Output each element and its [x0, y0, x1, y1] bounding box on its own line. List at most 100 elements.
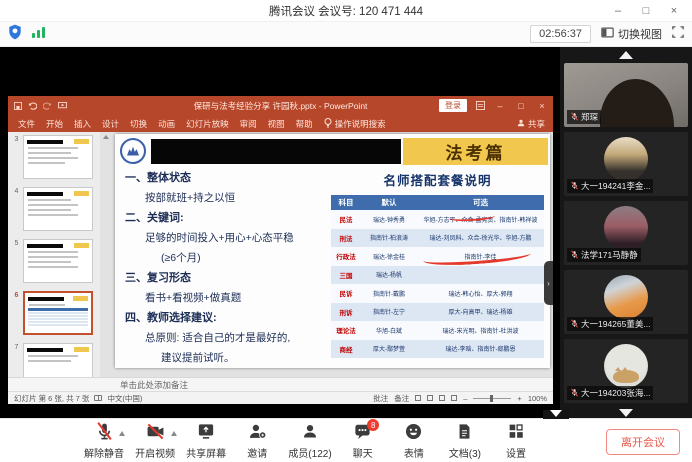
invite-button[interactable]: 邀请 [237, 423, 277, 460]
settings-button[interactable]: 设置 [496, 423, 536, 460]
university-logo [120, 138, 146, 164]
teacher-table: 名师搭配套餐说明 科目 默认 可选 民法瑞达-钟秀勇华旭-方志平、众合-孟宪贵、… [331, 170, 544, 358]
thumbnail-number: 3 [10, 135, 23, 179]
emoji-button[interactable]: 表情 [394, 423, 434, 460]
redacted-title-block [151, 139, 401, 164]
slideshow-icon [58, 97, 67, 115]
participant-tile[interactable]: 大一194265董美... [564, 270, 688, 334]
avatar [604, 206, 648, 250]
outline-line: 足够的时间投入+用心+心态平稳 [145, 228, 329, 248]
outline-line: 看书+看视频+做真题 [145, 288, 329, 308]
share-screen-button[interactable]: 共享屏幕 [186, 423, 226, 460]
leave-meeting-button[interactable]: 离开会议 [606, 429, 680, 455]
participant-nametag: 法学171马静静 [567, 248, 641, 262]
chat-unread-badge: 8 [367, 419, 379, 431]
documents-button[interactable]: 文档(3) [445, 423, 485, 460]
video-silhouette [600, 79, 674, 127]
button-label: 开启视频 [135, 445, 175, 460]
minimize-button[interactable]: – [604, 0, 632, 22]
members-button[interactable]: 成员(122) [288, 423, 331, 460]
mic-muted-icon [570, 181, 579, 192]
network-signal-icon[interactable] [32, 25, 45, 43]
notes-toggle: 备注 [394, 393, 409, 404]
cell: 三国 [331, 266, 361, 285]
button-label: 表情 [404, 445, 424, 460]
outline-line: 建议提前试听。 [161, 348, 329, 368]
smiley-icon [404, 422, 423, 446]
outline-line: 总原则: 适合自己的才是最好的, [145, 328, 329, 348]
ppt-share-button: 共享 [517, 118, 545, 130]
camera-off-icon [145, 422, 166, 446]
button-label: 邀请 [247, 445, 267, 460]
settings-grid-icon [507, 422, 525, 445]
table-row: 三国瑞达-杨帆 [331, 266, 544, 285]
table-row: 刑法指南针-柏浪涛瑞达-刘凤科、众合-徐光华、华旭-方鹏 [331, 229, 544, 248]
cell: 瑞达-徐金桂 [361, 247, 417, 266]
table-row: 商经厚大-鄢梦萱瑞达-李晗、指南针-郄鹏恩 [331, 340, 544, 359]
powerpoint-workspace: 3 4 [8, 132, 553, 377]
tab-help: 帮助 [296, 118, 313, 130]
zoom-slider-thumb [490, 395, 493, 402]
avatar [604, 137, 648, 181]
tencent-meeting-window: 腾讯会议 会议号: 120 471 444 – □ × 02:56:37 切换视… [0, 0, 692, 462]
window-titlebar: 腾讯会议 会议号: 120 471 444 – □ × [0, 0, 692, 22]
security-shield-icon[interactable] [8, 24, 22, 45]
thumbnail-scrollbar [100, 132, 112, 377]
mic-muted-icon [570, 319, 579, 330]
participants-sidebar: 郑琛 大一194241李金... 法学171马静静 [560, 47, 692, 418]
redo-icon [43, 97, 52, 115]
slide-outline: 一、整体状态 按部就班+持之以恒 二、关键词: 足够的时间投入+用心+心态平稳 … [121, 168, 329, 368]
cell: 指南针-左宁 [361, 303, 417, 322]
cell: 厚大-鄢梦萱 [361, 340, 417, 359]
participant-tile[interactable]: 郑琛 [564, 63, 688, 127]
start-video-button[interactable]: 开启视频 [135, 423, 175, 460]
zoom-in-button: + [517, 394, 521, 403]
unmute-button[interactable]: 解除静音 [84, 423, 124, 460]
switch-view-button[interactable]: 切换视图 [601, 26, 662, 42]
cell: 瑞达-钟秀勇 [361, 210, 417, 229]
participant-tile[interactable]: 大一194241李金... [564, 132, 688, 196]
cell: 民法 [331, 210, 361, 229]
maximize-button[interactable]: □ [632, 0, 660, 22]
zoom-level: 100% [528, 394, 547, 403]
fullscreen-icon[interactable] [672, 25, 684, 43]
button-label: 共享屏幕 [186, 445, 226, 460]
sorter-view-icon [427, 395, 433, 401]
button-label: 成员(122) [288, 445, 331, 460]
thumbnail-preview [23, 135, 93, 179]
slide-thumbnail-7: 7 [10, 343, 100, 377]
cell: 瑞达-宋光明、指南针-杜洪波 [417, 321, 544, 340]
tell-me-search: 操作说明搜索 [324, 118, 386, 130]
close-button[interactable]: × [660, 0, 688, 22]
chevron-up-icon[interactable] [119, 431, 125, 436]
participant-nametag: 郑琛 [567, 110, 601, 124]
slide-thumbnail-panel: 3 4 [8, 132, 100, 377]
tab-design: 设计 [102, 118, 119, 130]
powerpoint-statusbar: 幻灯片 第 6 张, 共 7 张 中文(中国) 批注 备注 – + 100% [8, 391, 553, 404]
sidebar-collapse-handle[interactable] [543, 410, 569, 419]
cell: 刑法 [331, 229, 361, 248]
participant-nametag: 大一194203张海... [567, 386, 653, 400]
avatar [604, 344, 648, 388]
participant-name: 大一194241李金... [581, 180, 650, 192]
panel-expand-handle[interactable]: › [544, 261, 553, 305]
thumbnail-preview [23, 291, 93, 335]
footer-buttons: 解除静音 开启视频 共享屏幕 邀请 [84, 423, 536, 460]
language-indicator: 中文(中国) [107, 393, 142, 404]
thumbnail-preview [23, 343, 93, 377]
scroll-down-arrow-icon[interactable] [619, 409, 633, 417]
lightbulb-icon [324, 118, 332, 130]
participant-tile[interactable]: 大一194203张海... [564, 339, 688, 403]
cell: 华旭-白斌 [361, 321, 417, 340]
chat-button[interactable]: 8 聊天 [343, 423, 383, 460]
tab-review: 审阅 [240, 118, 257, 130]
slide-editor-area: 法考篇 一、整体状态 按部就班+持之以恒 二、关键词: 足够的时间投入+用心+心… [112, 132, 553, 377]
powerpoint-window-controls: 登录 – □ × [439, 97, 548, 115]
participant-tile[interactable]: 法学171马静静 [564, 201, 688, 265]
meeting-timer: 02:56:37 [530, 25, 591, 43]
button-label: 设置 [506, 445, 526, 460]
normal-view-icon [415, 395, 421, 401]
scroll-up-arrow-icon[interactable] [619, 51, 633, 59]
cell: 民诉 [331, 284, 361, 303]
chevron-up-icon[interactable] [171, 431, 177, 436]
